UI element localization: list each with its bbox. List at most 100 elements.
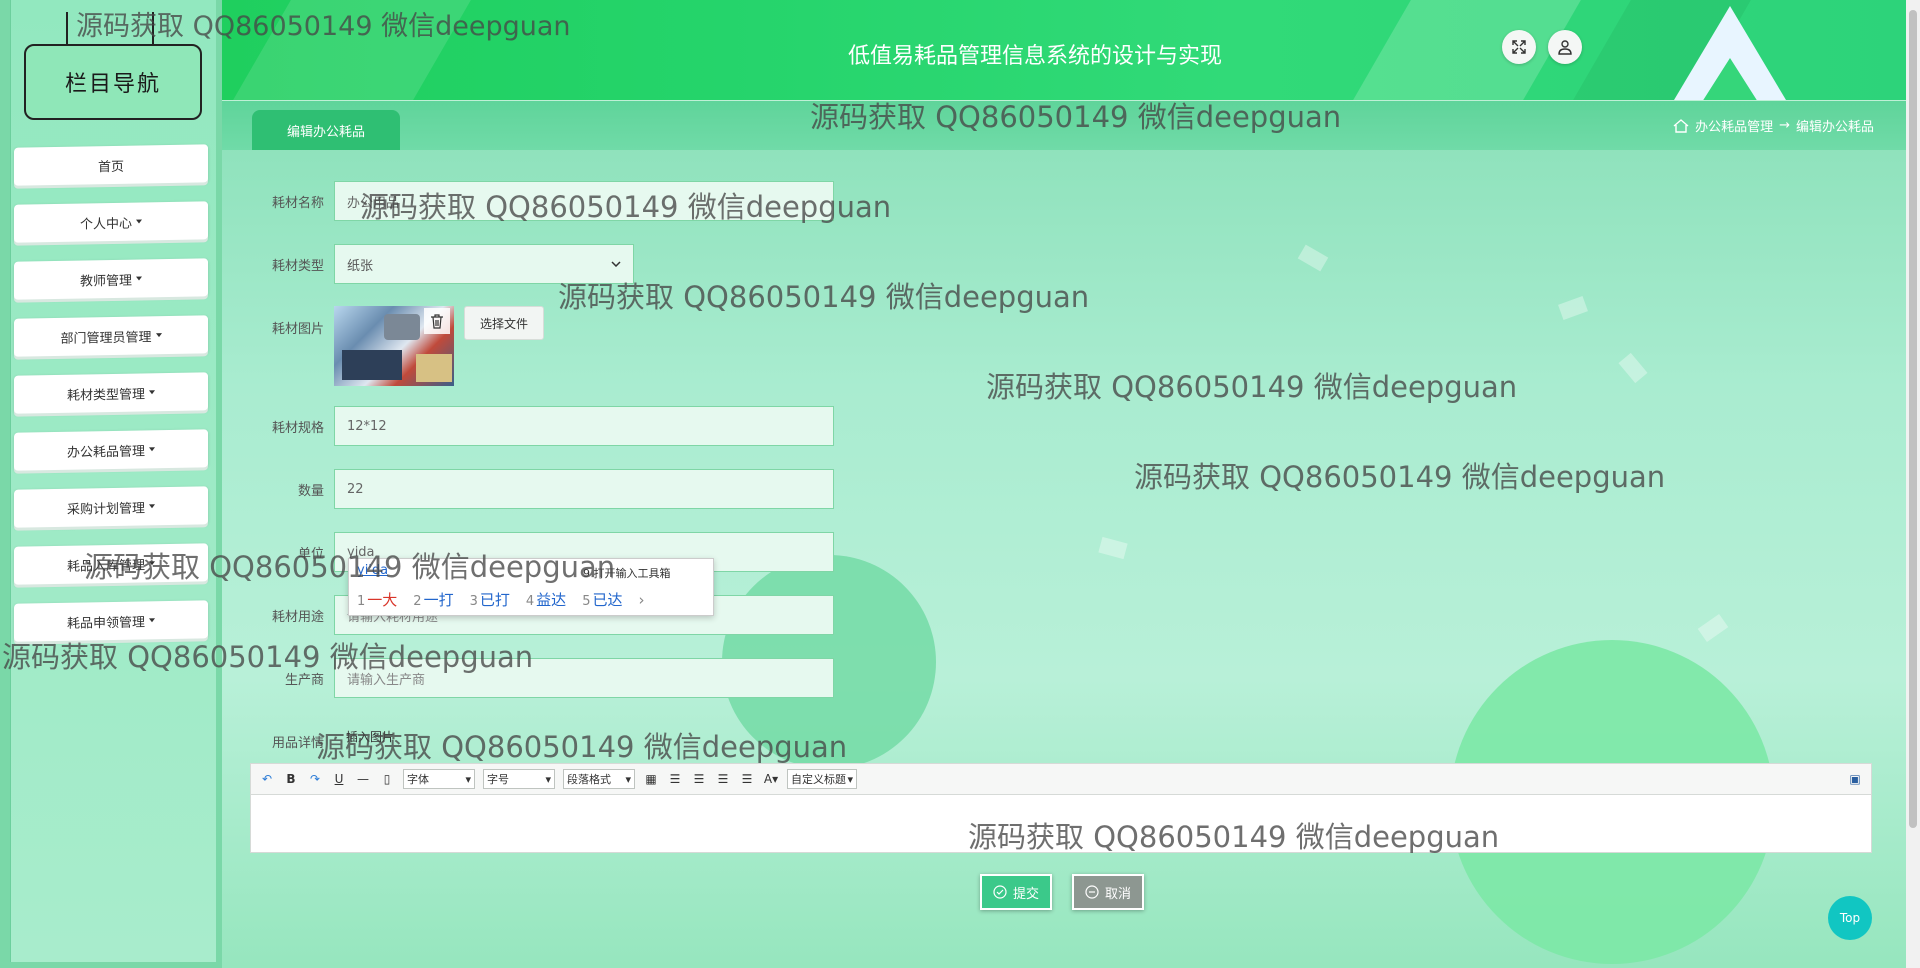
cancel-label: 取消 bbox=[1104, 886, 1131, 902]
underline-icon[interactable]: U bbox=[331, 771, 347, 787]
sidebar-item-office-supplies[interactable]: 办公耗品管理 bbox=[14, 429, 208, 471]
usage-label: 耗材用途 bbox=[271, 610, 324, 625]
align-justify-icon[interactable]: ☰ bbox=[739, 771, 755, 787]
spec-input[interactable]: 12*12 bbox=[334, 406, 834, 446]
ime-candidate[interactable]: 3 已打 bbox=[470, 589, 510, 610]
align-center-icon[interactable]: ☰ bbox=[715, 771, 731, 787]
ime-candidate-text: 一打 bbox=[423, 591, 454, 609]
sidebar-title: 栏目导航 bbox=[24, 44, 202, 120]
ime-candidate-number: 3 bbox=[469, 594, 478, 609]
ime-candidate-text: 一大 bbox=[367, 591, 398, 609]
caret-down-icon bbox=[149, 504, 155, 509]
quantity-input[interactable]: 22 bbox=[334, 469, 834, 509]
breadcrumb: 办公耗品管理 → 编辑办公耗品 bbox=[1673, 116, 1874, 135]
cancel-button[interactable]: 取消 bbox=[1072, 874, 1144, 910]
paragraph-format-select[interactable]: 段落格式 ▾ bbox=[563, 769, 635, 789]
sidebar-item-material-type[interactable]: 耗材类型管理 bbox=[14, 372, 208, 414]
chevron-down-icon bbox=[611, 261, 621, 267]
ime-candidate-number: 1 bbox=[357, 594, 366, 609]
sidebar-item-label: 耗材类型管理 bbox=[66, 386, 145, 404]
dropdown-arrow-icon: ▾ bbox=[545, 772, 551, 786]
caret-down-icon bbox=[136, 276, 142, 281]
ime-candidate-number: 2 bbox=[413, 594, 422, 609]
home-icon[interactable] bbox=[1673, 118, 1689, 133]
back-to-top-button[interactable]: Top bbox=[1828, 896, 1872, 940]
decorative-triangle-inner bbox=[1702, 58, 1758, 102]
ime-next-page-icon[interactable]: › bbox=[638, 591, 644, 609]
caret-down-icon bbox=[155, 333, 162, 338]
dropdown-arrow-icon: ▾ bbox=[847, 772, 853, 786]
sidebar-item-purchase-plan[interactable]: 采购计划管理 bbox=[14, 486, 208, 528]
sidebar-item-teacher[interactable]: 教师管理 bbox=[14, 258, 208, 300]
choose-file-button[interactable]: 选择文件 bbox=[464, 306, 544, 340]
paragraph-format-label: 段落格式 bbox=[567, 773, 611, 786]
caret-down-icon bbox=[149, 447, 155, 452]
check-circle-icon bbox=[993, 885, 1007, 899]
watermark: 源码获取 QQ86050149 微信deepguan bbox=[360, 190, 892, 224]
align-right-icon[interactable]: ☰ bbox=[691, 771, 707, 787]
sidebar-item-label: 部门管理员管理 bbox=[60, 329, 152, 347]
align-left-icon[interactable]: ☰ bbox=[667, 771, 683, 787]
custom-title-label: 自定义标题 bbox=[791, 773, 846, 786]
ime-candidate-number: 4 bbox=[525, 594, 535, 609]
type-value: 纸张 bbox=[347, 258, 374, 274]
font-family-select[interactable]: 字体 ▾ bbox=[403, 769, 475, 789]
sidebar-item-dept-admin[interactable]: 部门管理员管理 bbox=[14, 315, 208, 357]
font-family-label: 字体 bbox=[407, 773, 429, 786]
app-title: 低值易耗品管理信息系统的设计与实现 bbox=[848, 44, 1223, 69]
watermark: 源码获取 QQ86050149 微信deepguan bbox=[2, 640, 534, 674]
ime-candidate[interactable]: 5 已达 bbox=[582, 589, 622, 610]
scrollbar-thumb[interactable] bbox=[1909, 10, 1917, 828]
type-label: 耗材类型 bbox=[271, 259, 324, 274]
watermark: 源码获取 QQ86050149 微信deepguan bbox=[558, 280, 1090, 314]
caret-down-icon bbox=[149, 618, 155, 623]
document-icon[interactable]: ▯ bbox=[379, 771, 395, 787]
undo-icon[interactable]: ↶ bbox=[259, 771, 275, 787]
sidebar-item-label: 耗品申领管理 bbox=[66, 614, 145, 632]
font-color-icon[interactable]: A▾ bbox=[763, 771, 779, 787]
redo-icon[interactable]: ↷ bbox=[307, 771, 323, 787]
ime-candidate[interactable]: 2 一打 bbox=[413, 589, 453, 610]
submit-button[interactable]: 提交 bbox=[980, 874, 1052, 910]
ime-candidate-text: 已达 bbox=[592, 591, 623, 609]
watermark: 源码获取 QQ86050149 微信deepguan bbox=[810, 100, 1342, 134]
submit-label: 提交 bbox=[1012, 886, 1039, 902]
delete-image-button[interactable] bbox=[424, 308, 450, 334]
name-label: 耗材名称 bbox=[271, 196, 324, 211]
horizontal-rule-icon[interactable]: — bbox=[355, 771, 371, 787]
ime-candidate-number: 5 bbox=[582, 594, 591, 609]
font-size-select[interactable]: 字号 ▾ bbox=[483, 769, 555, 789]
user-icon bbox=[1558, 40, 1572, 55]
tab-edit-office-supply[interactable]: 编辑办公耗品 bbox=[252, 110, 400, 150]
quantity-value: 22 bbox=[347, 481, 364, 497]
editor-toolbar: ↶ B ↷ U — ▯ 字体 ▾ 字号 ▾ 段落格式 ▾ ▦ ☰ ☰ ☰ ☰ A▾ 自… bbox=[250, 763, 1872, 795]
source-code-icon[interactable]: ▣ bbox=[1847, 771, 1863, 787]
caret-down-icon bbox=[149, 390, 155, 395]
table-icon[interactable]: ▦ bbox=[643, 771, 659, 787]
watermark: 源码获取 QQ86050149 微信deepguan bbox=[1134, 460, 1666, 494]
sidebar-item-home[interactable]: 首页 bbox=[14, 144, 208, 186]
bold-icon[interactable]: B bbox=[283, 771, 299, 787]
minus-circle-icon bbox=[1085, 885, 1099, 899]
fullscreen-button[interactable] bbox=[1502, 30, 1536, 64]
thumbnail-shape bbox=[342, 350, 402, 380]
ime-candidate[interactable]: 1 一大 bbox=[357, 589, 397, 610]
sidebar-item-label: 首页 bbox=[97, 159, 124, 175]
breadcrumb-item[interactable]: 办公耗品管理 bbox=[1695, 116, 1773, 135]
expand-icon bbox=[1512, 40, 1526, 54]
spec-value: 12*12 bbox=[347, 418, 387, 434]
user-button[interactable] bbox=[1548, 30, 1582, 64]
ime-candidate-text: 已打 bbox=[479, 591, 510, 609]
quantity-label: 数量 bbox=[297, 484, 324, 499]
caret-down-icon bbox=[136, 219, 142, 224]
header-stripe bbox=[1353, 0, 1581, 100]
detail-label: 用品详情 bbox=[271, 736, 324, 751]
ime-candidate[interactable]: 4 益达 bbox=[526, 589, 566, 610]
image-label: 耗材图片 bbox=[271, 322, 324, 337]
sidebar-item-label: 个人中心 bbox=[79, 216, 132, 233]
watermark: 源码获取 QQ86050149 微信deepguan bbox=[84, 550, 616, 584]
custom-title-select[interactable]: 自定义标题 ▾ bbox=[787, 769, 857, 789]
sidebar-item-personal-center[interactable]: 个人中心 bbox=[14, 201, 208, 243]
watermark: 源码获取 QQ86050149 微信deepguan bbox=[76, 11, 571, 42]
sidebar-item-label: 采购计划管理 bbox=[66, 500, 145, 518]
